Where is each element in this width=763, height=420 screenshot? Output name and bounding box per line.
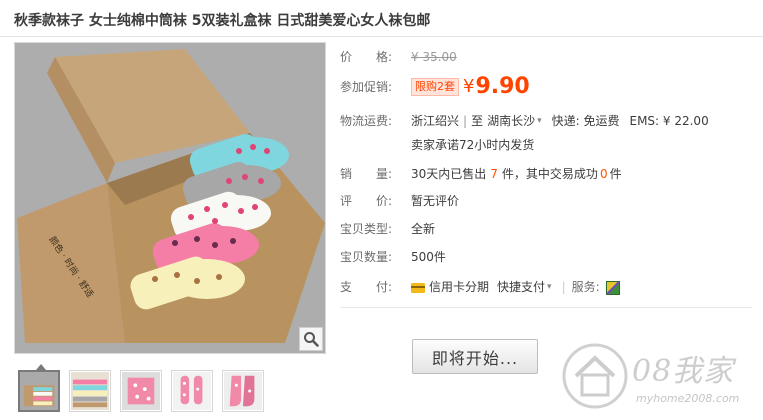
promo-currency: ¥	[463, 76, 475, 97]
watermark-brand: 08我家	[632, 354, 735, 389]
sales-mid: 件，其中交易成功	[501, 167, 598, 181]
watermark-url: myhome2008.com	[636, 392, 740, 405]
zoom-button[interactable]	[299, 327, 323, 351]
quantity-row: 宝贝数量: 500件	[340, 246, 446, 268]
service-icon[interactable]	[605, 281, 620, 295]
chevron-down-icon[interactable]: ▾	[547, 276, 552, 298]
thumbnail-image	[71, 372, 109, 410]
shipping-promise: 卖家承诺72小时内发货	[411, 138, 535, 152]
thumbnail-image	[122, 372, 160, 410]
properties-divider	[340, 307, 752, 308]
thumbnail-image	[20, 372, 58, 410]
promo-limit-badge: 限购2套	[411, 78, 459, 96]
quantity-label: 宝贝数量:	[340, 250, 393, 264]
sock-box-illustration: 颜色 · 时尚 · 舒适	[15, 43, 325, 353]
promo-price: 9.90	[475, 74, 530, 99]
chevron-down-icon[interactable]: ▾	[537, 110, 542, 132]
promo-row: 参加促销: 限购2套 ¥ 9.90	[340, 72, 530, 102]
payment-separator: |	[561, 280, 566, 294]
title-divider	[0, 36, 763, 37]
shipping-label: 物流运费:	[340, 114, 393, 128]
thumbnail-image	[224, 372, 262, 410]
rating-value: 暂无评价	[411, 194, 460, 208]
thumbnail-strip	[18, 364, 264, 412]
ship-to-prefix: 至	[471, 114, 484, 128]
item-type-row: 宝贝类型: 全新	[340, 218, 435, 240]
item-type-label: 宝贝类型:	[340, 222, 393, 236]
thumbnail-4[interactable]	[171, 370, 213, 412]
credit-installment-link[interactable]: 信用卡分期	[429, 276, 489, 298]
zoom-icon	[304, 332, 319, 347]
success-count: 0	[599, 167, 608, 181]
ship-separator: |	[463, 114, 468, 128]
item-type-value: 全新	[411, 222, 436, 236]
thumbnail-2[interactable]	[69, 370, 111, 412]
ship-to-selector[interactable]: 湖南长沙	[487, 110, 535, 132]
ship-from: 浙江绍兴	[411, 114, 460, 128]
buy-now-button[interactable]: 即将开始...	[412, 339, 538, 374]
sales-row: 销 量: 30天内已售出 7 件，其中交易成功 0 件	[340, 163, 622, 185]
quick-pay-link[interactable]: 快捷支付	[497, 276, 545, 298]
sales-label: 销 量:	[340, 167, 393, 181]
sold-count: 7	[490, 167, 498, 181]
quantity-value: 500件	[411, 250, 446, 264]
price-row: 价 格: ¥ 35.00	[340, 46, 457, 68]
payment-row: 支 付: 信用卡分期 快捷支付 ▾ | 服务:	[340, 276, 620, 298]
sales-suffix: 件	[609, 167, 622, 181]
thumbnail-3[interactable]	[120, 370, 162, 412]
shipping-row: 物流运费: 浙江绍兴 | 至 湖南长沙 ▾ 快递: 免运费 EMS: ¥ 22.…	[340, 110, 709, 132]
express-fee: 快递: 免运费	[551, 114, 620, 128]
original-price: ¥ 35.00	[411, 50, 457, 64]
rating-label: 评 价:	[340, 194, 393, 208]
price-label: 价 格:	[340, 50, 393, 64]
thumbnail-5[interactable]	[222, 370, 264, 412]
payment-label: 支 付:	[340, 280, 393, 294]
promo-label: 参加促销:	[340, 80, 393, 94]
main-product-image[interactable]: 颜色 · 时尚 · 舒适	[14, 42, 326, 354]
rating-row: 评 价: 暂无评价	[340, 190, 459, 212]
credit-card-icon	[411, 283, 425, 293]
product-title: 秋季款袜子 女士纯棉中筒袜 5双装礼盒袜 日式甜美爱心女人袜包邮	[14, 13, 431, 29]
service-label: 服务:	[571, 280, 600, 294]
house-logo-icon	[562, 343, 628, 409]
sales-prefix: 30天内已售出	[411, 167, 487, 181]
thumbnail-image	[173, 372, 211, 410]
ems-fee: EMS: ¥ 22.00	[629, 114, 709, 128]
site-watermark: 08我家 myhome2008.com	[560, 338, 760, 418]
shipping-promise-row: 卖家承诺72小时内发货	[411, 134, 534, 156]
thumbnail-1[interactable]	[18, 364, 60, 412]
